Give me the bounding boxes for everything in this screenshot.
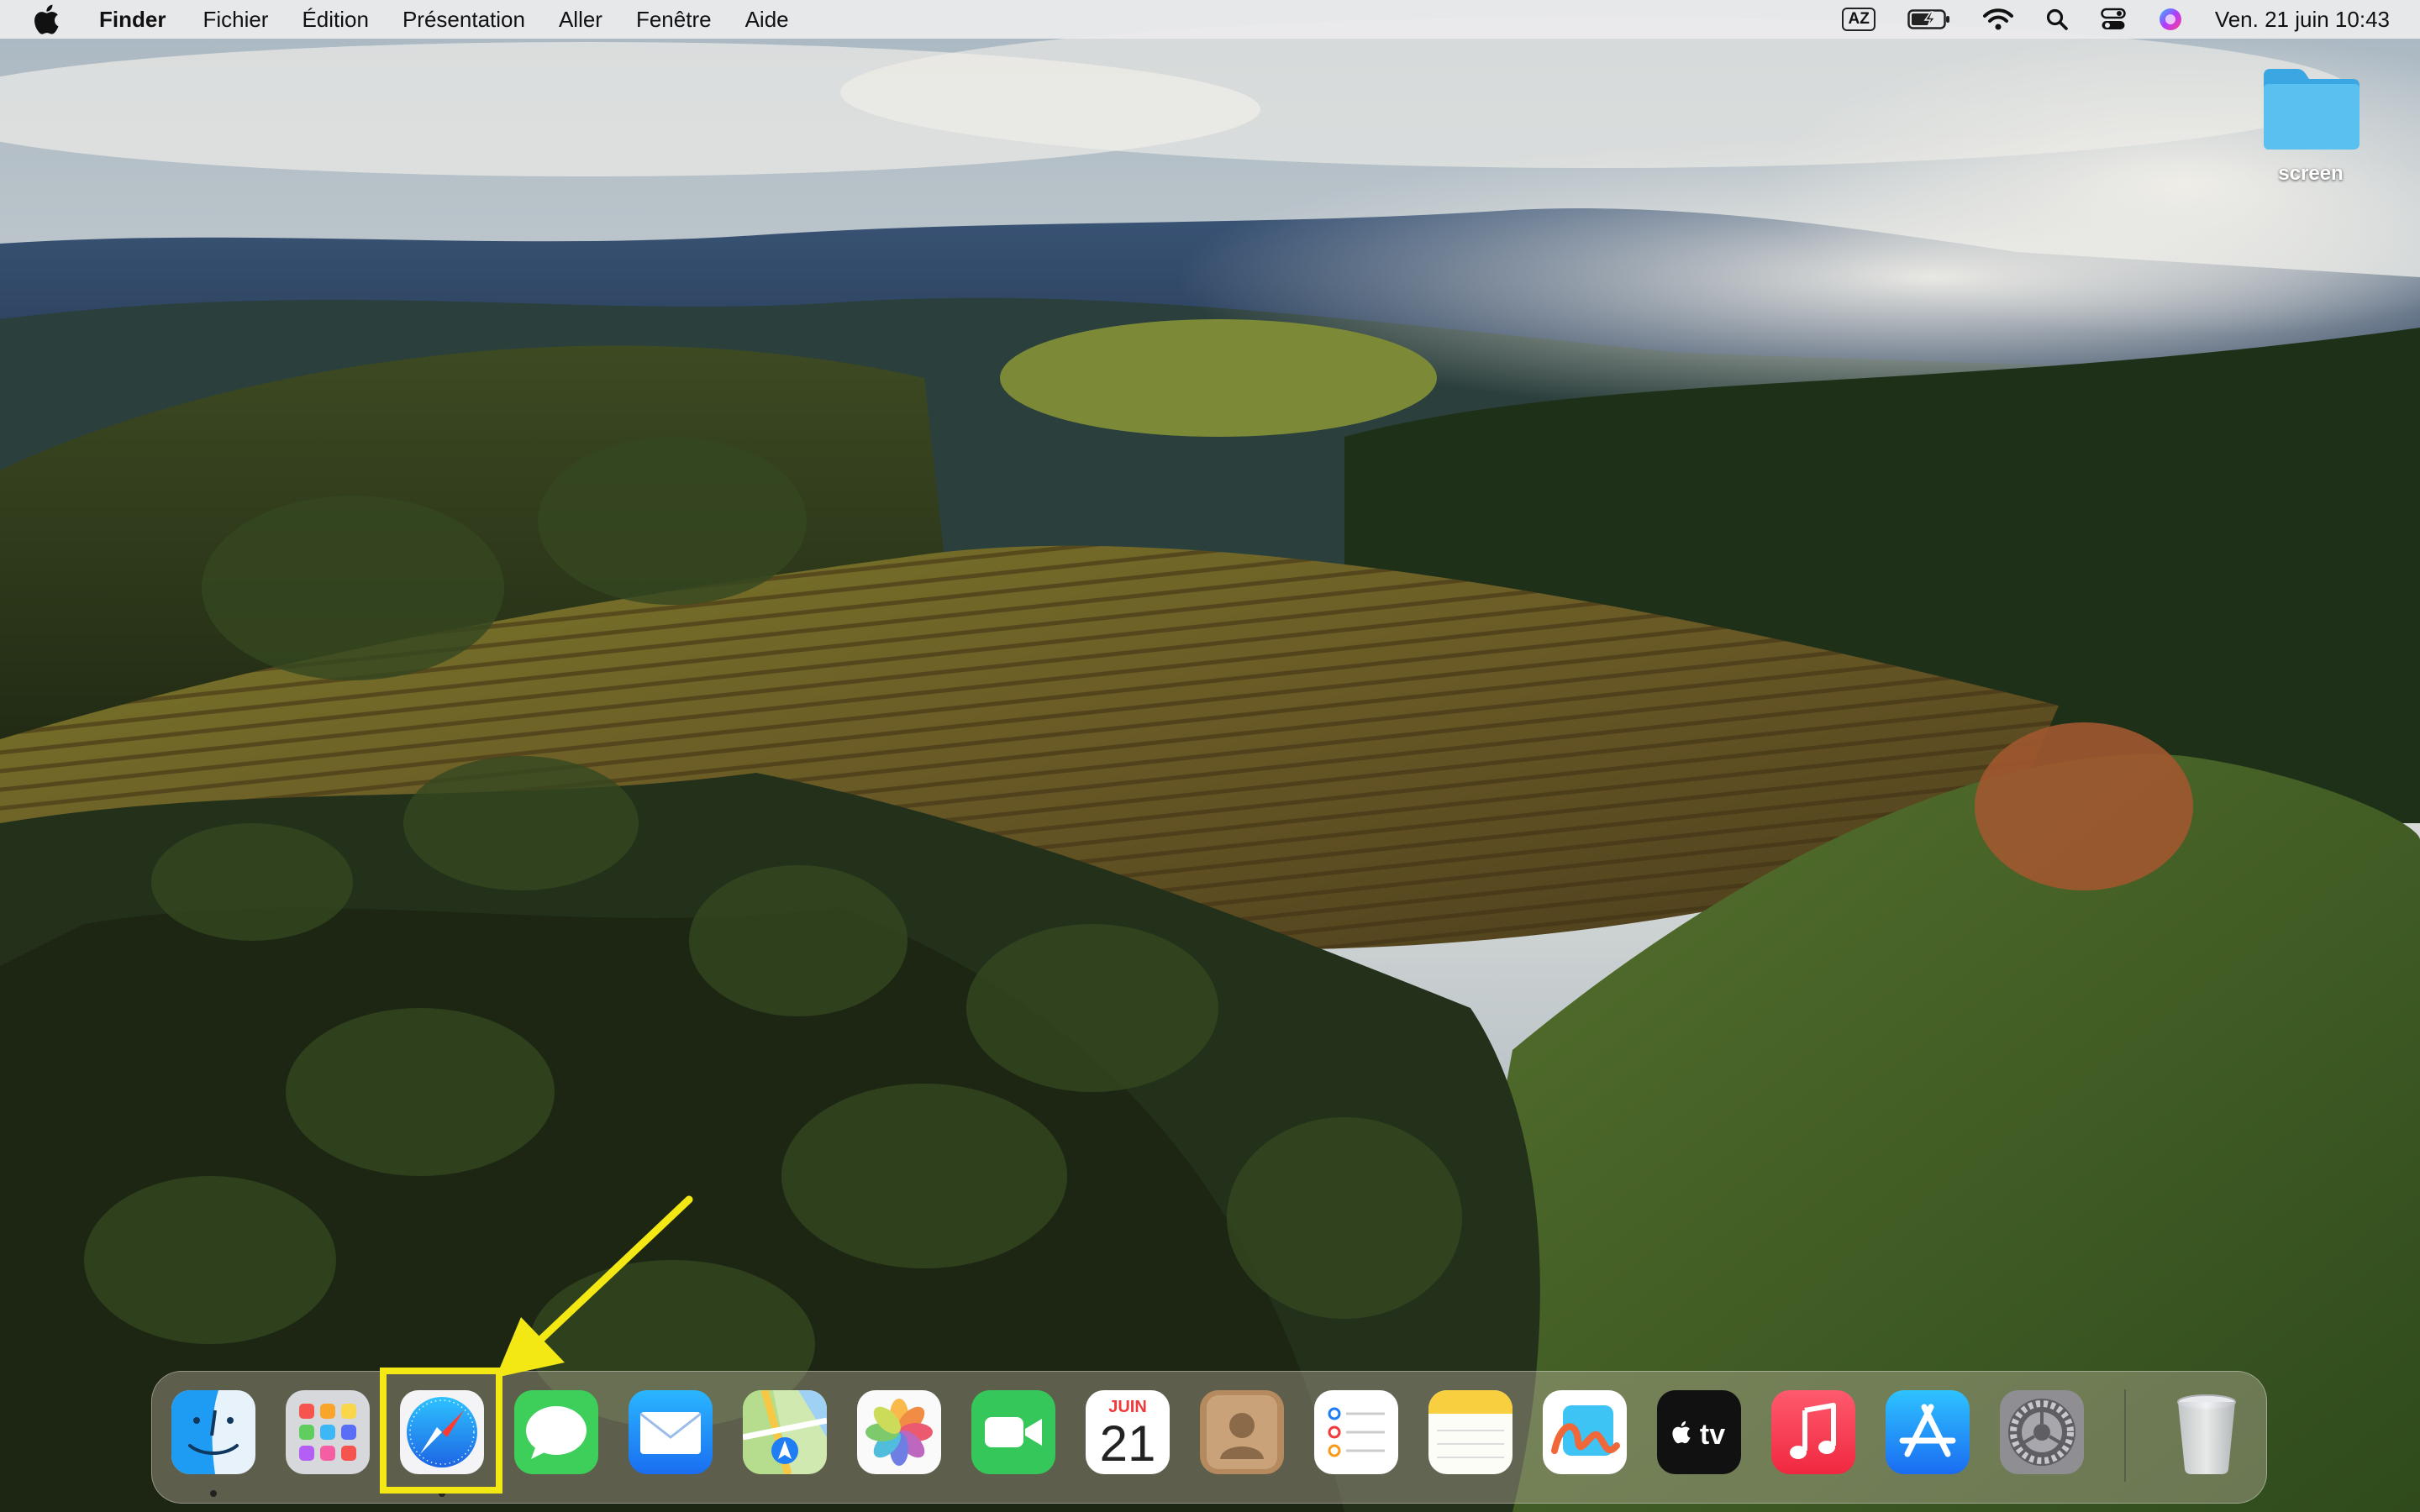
menu-app-finder[interactable]: Finder xyxy=(99,7,166,33)
folder-icon xyxy=(2264,69,2360,150)
dock-notes[interactable] xyxy=(1425,1387,1516,1478)
contacts-icon xyxy=(1200,1390,1284,1474)
dock-music[interactable] xyxy=(1768,1387,1859,1478)
launchpad-icon xyxy=(286,1390,370,1474)
apple-tv-label: tv xyxy=(1700,1419,1725,1451)
apple-logo-icon[interactable] xyxy=(32,3,60,35)
messages-icon xyxy=(514,1390,598,1474)
dock-trash[interactable] xyxy=(2161,1387,2252,1478)
running-indicator-finder xyxy=(210,1490,217,1497)
menu-edition[interactable]: Édition xyxy=(302,7,369,33)
dock-finder[interactable] xyxy=(168,1387,259,1478)
desktop-wallpaper xyxy=(0,0,2420,1512)
desktop-folder-label: screen xyxy=(2278,162,2344,185)
dock-photos[interactable] xyxy=(854,1387,944,1478)
trash-icon xyxy=(2177,1394,2236,1474)
keyboard-layout-indicator[interactable]: AZ xyxy=(1842,8,1876,31)
dock-maps[interactable] xyxy=(739,1387,830,1478)
calendar-icon: JUIN 21 xyxy=(1086,1390,1170,1474)
app-store-icon xyxy=(1886,1390,1970,1474)
apple-tv-icon: tv xyxy=(1657,1390,1741,1474)
mail-icon xyxy=(629,1390,713,1474)
calendar-day: 21 xyxy=(1100,1415,1156,1472)
music-icon xyxy=(1771,1390,1855,1474)
facetime-icon xyxy=(971,1390,1055,1474)
dock-launchpad[interactable] xyxy=(282,1387,373,1478)
dock-messages[interactable] xyxy=(511,1387,602,1478)
menu-aller[interactable]: Aller xyxy=(559,7,602,33)
dock-facetime[interactable] xyxy=(968,1387,1059,1478)
dock-contacts[interactable] xyxy=(1197,1387,1287,1478)
maps-icon xyxy=(743,1390,827,1474)
siri-icon[interactable] xyxy=(2158,7,2183,32)
notes-icon xyxy=(1428,1390,1512,1474)
dock-app-store[interactable] xyxy=(1882,1387,1973,1478)
annotation-highlight-box xyxy=(380,1368,502,1494)
calendar-month: JUIN xyxy=(1108,1398,1147,1416)
dock-calendar[interactable]: JUIN 21 xyxy=(1082,1387,1173,1478)
menu-presentation[interactable]: Présentation xyxy=(402,7,525,33)
dock-system-settings[interactable] xyxy=(1996,1387,2087,1478)
dock-apple-tv[interactable]: tv xyxy=(1654,1387,1744,1478)
battery-charging-icon[interactable] xyxy=(1907,8,1951,30)
dock-reminders[interactable] xyxy=(1311,1387,1402,1478)
system-settings-icon xyxy=(2000,1390,2084,1474)
desktop-folder-screen[interactable]: screen xyxy=(2252,62,2370,186)
dock-separator xyxy=(2124,1389,2126,1482)
wifi-icon[interactable] xyxy=(1982,8,2013,31)
control-center-icon[interactable] xyxy=(2101,8,2126,31)
dock-mail[interactable] xyxy=(625,1387,716,1478)
annotation-arrow-icon xyxy=(496,1195,693,1378)
photos-icon xyxy=(857,1390,941,1474)
menubar-clock[interactable]: Ven. 21 juin 10:43 xyxy=(2215,7,2390,33)
menu-bar: Finder Fichier Édition Présentation Alle… xyxy=(0,0,2420,39)
reminders-icon xyxy=(1314,1390,1398,1474)
menu-fichier[interactable]: Fichier xyxy=(203,7,268,33)
spotlight-search-icon[interactable] xyxy=(2045,8,2069,31)
freeform-icon xyxy=(1543,1390,1627,1474)
finder-icon xyxy=(171,1390,255,1474)
menu-aide[interactable]: Aide xyxy=(745,7,789,33)
menu-fenetre[interactable]: Fenêtre xyxy=(636,7,712,33)
dock-freeform[interactable] xyxy=(1539,1387,1630,1478)
